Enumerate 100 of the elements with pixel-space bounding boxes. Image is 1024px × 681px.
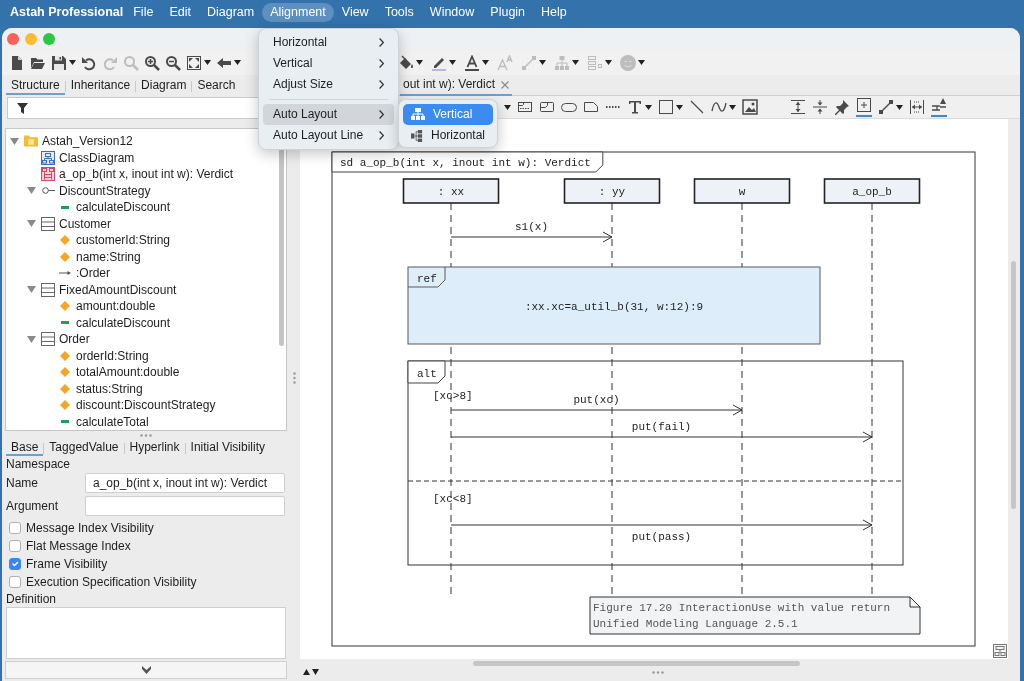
tree-item[interactable]: Astah_Version12 [42,134,133,149]
tree-item[interactable]: totalAmount:double [76,365,180,380]
tree-item[interactable]: :Order [76,266,110,281]
caret-icon[interactable] [69,60,76,65]
expand-caret-icon[interactable] [26,286,36,294]
panel-tab[interactable]: Search [192,77,241,95]
expand-caret-icon[interactable] [9,137,19,145]
splitter-handle[interactable] [652,670,664,674]
menu-item[interactable]: Auto Layout [263,104,394,125]
dash-icon [61,205,69,209]
tree-item[interactable]: calculateDiscount [76,200,171,215]
caret-icon[interactable] [645,104,652,110]
menu-item[interactable]: File [125,3,162,22]
menu-item[interactable]: Edit [161,3,199,22]
frame-icon[interactable] [517,99,533,115]
undo-icon[interactable] [81,54,97,71]
message-label: put(fail) [631,421,692,433]
paint-bucket-icon[interactable] [398,54,414,71]
menu-item[interactable]: Window [421,3,483,22]
align-icon[interactable] [931,97,947,117]
connector-line-icon[interactable] [878,99,894,115]
document-icon[interactable] [9,54,25,71]
caret-icon[interactable] [896,104,903,110]
plus-box-icon[interactable] [856,97,872,117]
close-window-button[interactable] [7,33,19,45]
caret-icon[interactable] [676,104,683,110]
checkbox[interactable] [9,522,21,534]
tree-item[interactable]: customerId:String [76,233,171,248]
square-icon[interactable] [658,99,674,115]
compress-space-icon[interactable] [812,99,828,115]
font-color-icon[interactable] [464,54,480,71]
text-tool-icon[interactable] [627,99,643,115]
tree-item[interactable]: orderId:String [76,348,149,363]
checkbox[interactable] [9,558,21,570]
menu-item[interactable]: Tools [376,3,422,22]
pin-icon[interactable] [834,99,850,115]
text-field[interactable] [85,496,285,516]
expand-space-icon[interactable] [790,99,806,115]
menu-item[interactable]: Adjust Size [263,74,394,95]
tree-item[interactable]: calculateDiscount [76,315,171,330]
menu-item[interactable]: View [333,3,377,22]
field-label: Name [5,475,39,491]
caret-icon[interactable] [449,60,456,65]
zoom-out-icon[interactable] [165,54,181,71]
definition-field[interactable] [6,607,286,659]
caret-icon[interactable] [204,60,211,65]
property-tab[interactable]: Hyperlink [124,440,185,456]
horizontal-scrollbar[interactable] [473,661,800,666]
up-down-arrows-icon[interactable] [303,668,319,676]
app-menu[interactable]: Astah Professional [10,5,124,20]
property-tab[interactable]: Initial Visibility [185,440,271,456]
tree-item[interactable]: Customer [59,216,111,231]
caret-icon[interactable] [482,60,489,65]
caret-icon[interactable] [504,104,511,110]
property-tab[interactable]: TaggedValue [44,440,124,456]
expand-caret-icon[interactable] [26,220,36,228]
expand-caret-icon[interactable] [26,187,36,195]
zoom-in-icon[interactable] [144,54,160,71]
panel-tab[interactable]: Structure [6,77,65,95]
checkbox[interactable] [9,540,21,552]
diagonal-line-icon[interactable] [689,99,705,115]
menu-item[interactable]: Help [533,3,575,22]
checkbox-label: Frame Visibility [26,556,108,572]
menu-item[interactable]: Auto Layout Line [263,125,394,146]
wavy-line-icon[interactable] [711,99,727,115]
checkbox[interactable] [9,576,21,588]
tree-item[interactable]: amount:double [76,299,156,314]
tree-item[interactable]: Order [59,332,90,347]
tree-item[interactable]: ClassDiagram [59,150,135,165]
tree-item[interactable]: DiscountStrategy [59,183,151,198]
panel-tab[interactable]: Diagram [136,77,192,95]
vertical-scrollbar[interactable] [1011,261,1016,509]
small-arrow-icon [59,270,71,277]
tree-item[interactable]: status:String [76,381,143,396]
close-icon[interactable] [501,80,510,89]
caret-icon[interactable] [416,60,423,65]
image-icon[interactable] [742,99,758,115]
splitter-handle[interactable] [292,372,296,384]
tree-item[interactable]: a_op_b(int x, inout int w): Verdict [59,167,234,182]
note-icon[interactable] [583,99,599,115]
panel-tab[interactable]: Inheritance [65,77,136,95]
expand-caret-icon[interactable] [26,335,36,343]
text-field[interactable]: a_op_b(int x, inout int w): Verdict [85,473,285,493]
caret-icon[interactable] [234,60,241,65]
menu-item[interactable]: Plugin [482,3,534,22]
tree-item[interactable]: calculateTotal [76,414,149,429]
fit-to-window-icon[interactable] [186,54,202,71]
tree-item[interactable]: discount:DiscountStrategy [76,398,216,413]
diamond-icon [60,350,70,361]
notched-box-icon[interactable] [539,99,555,115]
tree-item[interactable]: FixedAmountDiscount [59,282,177,297]
width-arrows-icon[interactable] [909,99,925,115]
overview-map-icon[interactable] [993,644,1007,658]
menu-item[interactable]: Vertical [263,53,394,74]
menu-item[interactable]: Diagram [198,3,263,22]
tree-item[interactable]: name:String [76,249,141,264]
splitter-handle[interactable] [140,434,152,437]
menu-item[interactable]: Horizontal [263,32,394,53]
caret-icon[interactable] [729,104,736,110]
menu-item[interactable]: Horizontal [403,125,493,146]
